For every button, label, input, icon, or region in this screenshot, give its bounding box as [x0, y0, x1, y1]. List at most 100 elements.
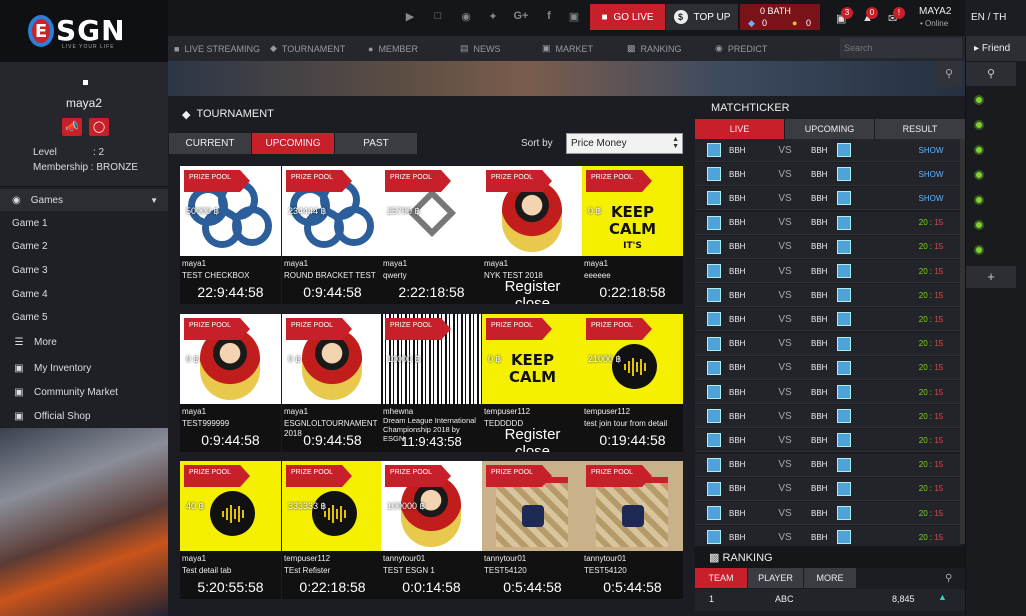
ranking-search-icon[interactable]: ⚲ — [945, 573, 952, 584]
tournament-card[interactable]: PRIZE POOL 234444 ฿ maya1 ROUND BRACKET TES… — [282, 166, 383, 304]
search-input[interactable]: Search — [840, 38, 962, 58]
games-menu-toggle[interactable]: ◉ Games ▼ — [0, 189, 168, 211]
match-row[interactable]: BBH VS BBH 20 : 15 — [695, 260, 960, 283]
tab-more[interactable]: MORE — [804, 568, 856, 588]
match-row[interactable]: BBH VS BBH SHOW — [695, 139, 960, 162]
nav-predict[interactable]: ◉ PREDICT — [715, 36, 767, 61]
go-live-button[interactable]: ■ GO LIVE — [590, 4, 665, 30]
youtube-icon[interactable]: ▶ — [402, 10, 418, 23]
sidebar-item-shop[interactable]: ▣ Official Shop — [0, 405, 168, 427]
tab-upcoming[interactable]: UPCOMING — [252, 133, 334, 154]
friend-online-dot[interactable] — [974, 170, 984, 180]
nav-tournament[interactable]: ◆ TOURNAMENT — [270, 36, 345, 61]
sidebar-item-market[interactable]: ▣ Community Market — [0, 381, 168, 403]
tab-upcoming-matches[interactable]: UPCOMING — [785, 119, 874, 139]
tournament-card[interactable]: PRIZE POOL 0 ฿ maya1 TEST999999 0:9:44:58 — [180, 314, 281, 452]
match-row[interactable]: BBH VS BBH 20 : 15 — [695, 502, 960, 525]
tournament-card[interactable]: PRIZE POOL tannytour01 TEST54120 0:5:44:58 — [482, 461, 583, 599]
match-row[interactable]: BBH VS BBH 20 : 15 — [695, 477, 960, 501]
topbar-username[interactable]: MAYA2 — [919, 6, 951, 17]
ranking-row[interactable]: 1 ABC 8,845 ▲ — [695, 589, 965, 611]
friend-online-dot[interactable] — [974, 220, 984, 230]
friend-online-dot[interactable] — [974, 245, 984, 255]
match-row[interactable]: BBH VS BBH 20 : 15 — [695, 429, 960, 453]
nav-ranking[interactable]: ▩ RANKING — [627, 36, 682, 61]
sidebar-item-more[interactable]: ☰ More — [0, 331, 168, 353]
tournament-card[interactable]: PRIZE POOL 21000 ฿ tempuser112 test join to… — [582, 314, 683, 452]
match-row[interactable]: BBH VS BBH 20 : 15 — [695, 211, 960, 235]
tab-live[interactable]: LIVE — [695, 119, 784, 139]
sidebar-item-game-5[interactable]: Game 5 — [12, 312, 48, 323]
match-row[interactable]: BBH VS BBH 20 : 15 — [695, 284, 960, 308]
register-button[interactable]: Register close — [482, 278, 583, 304]
instagram-icon[interactable]: ▣ — [566, 10, 582, 23]
tournament-card[interactable]: PRIZE POOL 0 ฿ maya1 ESGNLOLTOURNAMENT 2018… — [282, 314, 383, 452]
language-switch[interactable]: EN / TH — [971, 12, 1006, 23]
show-link[interactable]: SHOW — [916, 170, 946, 179]
nav-live-streaming[interactable]: ■ LIVE STREAMING — [174, 36, 260, 61]
nav-member[interactable]: ● MEMBER — [368, 36, 418, 61]
match-row[interactable]: BBH VS BBH 20 : 15 — [695, 235, 960, 259]
tab-team[interactable]: TEAM — [695, 568, 747, 588]
friend-toggle[interactable]: ▸ Friend — [966, 36, 1026, 61]
sidebar-item-game-1[interactable]: Game 1 — [12, 218, 48, 229]
tournament-card[interactable]: KEEPCALM♛PRIZE POOL0 ฿tempuser112TEDDDDD… — [482, 314, 583, 452]
tournament-card[interactable]: PRIZE POOL 10000 ฿ mhewna Dream League Inte… — [381, 314, 482, 452]
tab-current[interactable]: CURRENT — [169, 133, 251, 154]
match-row[interactable]: BBH VS BBH SHOW — [695, 163, 960, 187]
tournament-card[interactable]: KEEPCALMIT'S♛PRIZE POOL0 ฿maya1eeeeee0:2… — [582, 166, 683, 304]
friend-online-dot[interactable] — [974, 195, 984, 205]
matchticker-scrollbar[interactable] — [960, 139, 965, 544]
sort-select[interactable]: Price Money ▲ ▼ — [566, 133, 683, 154]
tournament-card[interactable]: PRIZE POOL 40 ฿ maya1 Test detail tab 5:20:5… — [180, 461, 281, 599]
support-button[interactable]: ◯ — [89, 118, 109, 136]
friend-online-dot[interactable] — [974, 120, 984, 130]
tournament-card[interactable]: PRIZE POOL 100000 ฿ tannytour01 TEST ESGN 1… — [381, 461, 482, 599]
nav-news[interactable]: ▤ NEWS — [460, 36, 501, 61]
vs-label: VS — [778, 434, 792, 446]
tab-result[interactable]: RESULT — [875, 119, 965, 139]
wallet-panel[interactable]: 0 BATH ◆ 0 ● 0 — [740, 4, 820, 30]
register-button[interactable]: Register close — [482, 426, 583, 452]
megaphone-button[interactable]: 📣 — [62, 118, 82, 136]
match-row[interactable]: BBH VS BBH SHOW — [695, 187, 960, 211]
friend-search-icon[interactable]: ⚲ — [966, 62, 1016, 86]
tournament-card[interactable]: PRIZE POOL tannytour01 TEST54120 0:5:44:58 — [582, 461, 683, 599]
sidebar-item-game-4[interactable]: Game 4 — [12, 289, 48, 300]
steam-icon[interactable]: ◉ — [458, 10, 474, 23]
esgn-logo[interactable]: E SGN LIVE YOUR LIFE — [0, 0, 168, 62]
tab-player[interactable]: PLAYER — [748, 568, 803, 588]
tournament-owner: maya1 — [182, 407, 207, 416]
show-link[interactable]: SHOW — [916, 146, 946, 155]
add-friend-button[interactable]: + — [966, 266, 1016, 288]
match-row[interactable]: BBH VS BBH 20 : 15 — [695, 308, 960, 332]
tournament-card[interactable]: PRIZE POOL maya1 NYK TEST 2018 Register clos… — [482, 166, 583, 304]
friend-online-dot[interactable] — [974, 95, 984, 105]
facebook-icon[interactable]: f — [541, 10, 557, 22]
sidebar-item-game-2[interactable]: Game 2 — [12, 241, 48, 252]
sidebar-item-game-3[interactable]: Game 3 — [12, 265, 48, 276]
sidebar-item-inventory[interactable]: ▣ My Inventory — [0, 357, 168, 379]
google-plus-icon[interactable]: G+ — [513, 10, 529, 22]
teams-banner-image[interactable] — [0, 428, 168, 616]
match-row[interactable]: BBH VS BBH 20 : 15 — [695, 381, 960, 404]
tournament-card[interactable]: PRIZE POOL 25790 ฿ maya1 qwerty 2:22:18:58 — [381, 166, 482, 304]
top-up-button[interactable]: $ TOP UP — [666, 4, 738, 30]
nav-market[interactable]: ▣ MARKET — [542, 36, 593, 61]
match-row[interactable]: BBH VS BBH 20 : 15 — [695, 453, 960, 477]
match-row[interactable]: BBH VS BBH 20 : 15 — [695, 405, 960, 429]
tournament-name: TEST999999 — [182, 419, 230, 428]
prize-pool-badge: PRIZE POOL — [184, 465, 250, 487]
avatar[interactable] — [83, 80, 88, 85]
friend-online-dot[interactable] — [974, 145, 984, 155]
twitter-icon[interactable]: ✦ — [485, 10, 501, 23]
match-row[interactable]: BBH VS BBH 20 : 15 — [695, 356, 960, 380]
team-logo — [707, 409, 721, 424]
twitch-icon[interactable]: □ — [430, 10, 446, 22]
match-row[interactable]: BBH VS BBH 20 : 15 — [695, 332, 960, 356]
tournament-card[interactable]: PRIZE POOL 50000 ฿ maya1 TEST CHECKBOX 22:9:… — [180, 166, 281, 304]
show-link[interactable]: SHOW — [916, 194, 946, 203]
tournament-card[interactable]: PRIZE POOL 333333 ฿ tempuser112 TEst Refist… — [282, 461, 383, 599]
tab-past[interactable]: PAST — [335, 133, 417, 154]
search-icon[interactable]: ⚲ — [936, 61, 962, 87]
